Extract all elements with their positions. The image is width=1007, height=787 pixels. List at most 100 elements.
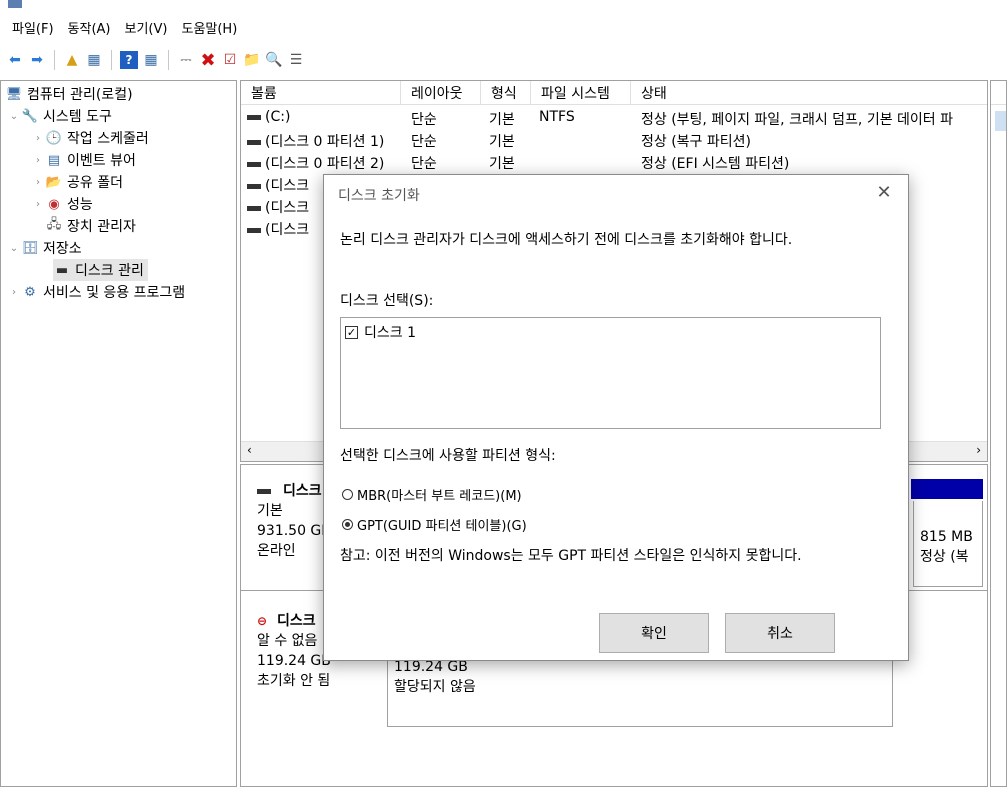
tree-item-storage[interactable]: ⌄ 🗄 저장소 xyxy=(7,237,82,259)
tree-label: 장치 관리자 xyxy=(67,219,136,235)
scroll-right-icon[interactable]: › xyxy=(976,443,981,457)
disk1-label: 디스크 xyxy=(277,613,316,629)
column-header-filesystem[interactable]: 파일 시스템 xyxy=(531,81,631,105)
menu-view[interactable]: 보기(V) xyxy=(125,18,168,37)
scroll-left-icon[interactable]: ‹ xyxy=(247,443,252,457)
up-folder-icon[interactable]: ▲ xyxy=(63,51,81,69)
tree-item-performance[interactable]: › ◉ 성능 xyxy=(31,193,93,215)
app-icon xyxy=(8,0,22,8)
tree-label: 컴퓨터 관리(로컬) xyxy=(27,87,133,103)
menu-action[interactable]: 동작(A) xyxy=(68,18,111,37)
actions-header xyxy=(991,81,1006,105)
disk0-size: 931.50 GB xyxy=(257,523,331,539)
tree-item-disk-management[interactable]: ▬ 디스크 관리 xyxy=(53,259,148,281)
chevron-right-icon[interactable]: › xyxy=(31,199,45,210)
tree-label: 서비스 및 응용 프로그램 xyxy=(43,285,186,301)
tree-item-services[interactable]: › ⚙ 서비스 및 응용 프로그램 xyxy=(7,281,185,303)
delete-icon[interactable]: ✖ xyxy=(199,50,217,71)
chevron-right-icon[interactable]: › xyxy=(31,133,45,144)
volume-name: (C:) xyxy=(265,109,291,125)
chevron-right-icon[interactable]: › xyxy=(7,287,21,298)
disk-uninitialized-icon: ⊖ xyxy=(257,614,268,628)
column-header-status[interactable]: 상태 xyxy=(631,81,987,105)
column-header-type[interactable]: 형식 xyxy=(481,81,531,105)
tree-item-system-tools[interactable]: ⌄ 🔧 시스템 도구 xyxy=(7,105,112,127)
disk0-info[interactable]: 디스크 기본 931.50 GB 온라인 xyxy=(257,481,331,561)
disk1-checkbox[interactable]: ✓ xyxy=(345,325,358,339)
disk1-info[interactable]: ⊖ 디스크 알 수 없음 119.24 GB 초기화 안 됨 xyxy=(257,611,331,691)
volume-icon xyxy=(247,205,261,211)
mbr-radio[interactable] xyxy=(342,489,353,500)
volume-status: 정상 (복구 파티션) xyxy=(641,134,751,150)
volume-status: 정상 (부팅, 페이지 파일, 크래시 덤프, 기본 데이터 파 xyxy=(641,112,954,128)
tree-item-task-scheduler[interactable]: › 🕒 작업 스케줄러 xyxy=(31,127,149,149)
gpt-option[interactable]: GPT(GUID 파티션 테이블)(G) xyxy=(342,515,527,534)
gpt-label: GPT(GUID 파티션 테이블)(G) xyxy=(357,519,527,534)
gpt-radio[interactable] xyxy=(342,519,353,530)
volume-type: 기본 xyxy=(489,112,515,128)
tree-item-computer-management[interactable]: 🖥 컴퓨터 관리(로컬) xyxy=(5,83,133,105)
properties-icon[interactable]: ▦ xyxy=(142,51,160,69)
tools-icon: 🔧 xyxy=(21,108,39,124)
volume-row[interactable]: (디스크 0 파티션 1) 단순 기본 정상 (복구 파티션) xyxy=(241,129,987,151)
column-header-layout[interactable]: 레이아웃 xyxy=(401,81,481,105)
search-icon[interactable]: 🔍 xyxy=(265,51,283,69)
help-icon[interactable]: ? xyxy=(120,51,138,69)
initialize-disk-dialog: 디스크 초기화 ✕ 논리 디스크 관리자가 디스크에 액세스하기 전에 디스크를… xyxy=(323,174,909,661)
volume-name: (디스크 xyxy=(265,178,310,194)
show-hide-tree-icon[interactable]: ▦ xyxy=(85,51,103,69)
volume-layout: 단순 xyxy=(411,134,437,150)
chevron-down-icon[interactable]: ⌄ xyxy=(7,243,21,254)
storage-icon: 🗄 xyxy=(21,240,39,256)
volume-row[interactable]: (C:) 단순 기본 NTFS 정상 (부팅, 페이지 파일, 크래시 덤프, … xyxy=(241,107,987,129)
volume-icon xyxy=(247,139,261,145)
mbr-option[interactable]: MBR(마스터 부트 레코드)(M) xyxy=(342,485,522,504)
disk-list-item-label: 디스크 1 xyxy=(364,325,416,341)
menu-help[interactable]: 도움말(H) xyxy=(181,18,237,37)
forward-icon[interactable]: ➡ xyxy=(28,51,46,69)
volume-icon xyxy=(247,114,261,120)
gpt-compat-note: 참고: 이전 버전의 Windows는 모두 GPT 파티션 스타일은 인식하지… xyxy=(340,548,802,564)
volume-name: (디스크 xyxy=(265,222,310,238)
disk0-label: 디스크 xyxy=(283,483,322,499)
volume-icon xyxy=(247,227,261,233)
actions-pane xyxy=(990,80,1007,787)
volume-row[interactable]: (디스크 0 파티션 2) 단순 기본 정상 (EFI 시스템 파티션) xyxy=(241,151,987,173)
check-icon[interactable]: ☑ xyxy=(221,51,239,69)
tree-item-event-viewer[interactable]: › ▤ 이벤트 뷰어 xyxy=(31,149,136,171)
dialog-title: 디스크 초기화 xyxy=(338,188,420,204)
window-titlebar xyxy=(0,0,1007,12)
volume-type: 기본 xyxy=(489,156,515,172)
volume-type: 기본 xyxy=(489,134,515,150)
tree-item-shared-folders[interactable]: › 📂 공유 폴더 xyxy=(31,171,123,193)
services-icon: ⚙ xyxy=(24,284,36,300)
disk0-type: 기본 xyxy=(257,503,283,519)
close-icon[interactable]: ✕ xyxy=(874,183,894,203)
volume-layout: 단순 xyxy=(411,112,437,128)
list-icon[interactable]: ☰ xyxy=(287,51,305,69)
back-icon[interactable]: ⬅ xyxy=(6,51,24,69)
ok-button[interactable]: 확인 xyxy=(599,613,709,653)
folder-up-icon[interactable]: 📁 xyxy=(243,51,261,69)
volume-list-header: 볼륨 레이아웃 형식 파일 시스템 상태 xyxy=(241,81,987,105)
navigation-tree: 🖥 컴퓨터 관리(로컬) ⌄ 🔧 시스템 도구 › 🕒 작업 스케줄러 › ▤ … xyxy=(0,80,237,787)
chevron-right-icon[interactable]: › xyxy=(31,155,45,166)
tree-label: 공유 폴더 xyxy=(67,175,123,191)
connect-icon[interactable]: ⎓ xyxy=(177,51,195,69)
clock-icon: 🕒 xyxy=(45,130,63,146)
actions-selected-item[interactable] xyxy=(995,111,1006,131)
cancel-button[interactable]: 취소 xyxy=(725,613,835,653)
disk1-size: 119.24 GB xyxy=(257,653,331,669)
chevron-down-icon[interactable]: ⌄ xyxy=(7,111,21,122)
chevron-right-icon[interactable]: › xyxy=(31,177,45,188)
shared-folder-icon: 📂 xyxy=(45,174,63,190)
volume-name: (디스크 xyxy=(265,200,310,216)
menu-file[interactable]: 파일(F) xyxy=(12,18,54,37)
disk-select-list[interactable]: ✓ 디스크 1 xyxy=(340,317,881,429)
column-header-volume[interactable]: 볼륨 xyxy=(241,81,401,105)
disk-list-item[interactable]: ✓ 디스크 1 xyxy=(345,322,416,342)
disk0-partition[interactable]: 815 MB 정상 (복 xyxy=(913,501,983,587)
toolbar: ⬅ ➡ ▲ ▦ ? ▦ ⎓ ✖ ☑ 📁 🔍 ☰ xyxy=(0,46,1007,74)
tree-item-device-manager[interactable]: 🖧 장치 관리자 xyxy=(45,215,136,237)
dialog-message: 논리 디스크 관리자가 디스크에 액세스하기 전에 디스크를 초기화해야 합니다… xyxy=(340,232,793,248)
